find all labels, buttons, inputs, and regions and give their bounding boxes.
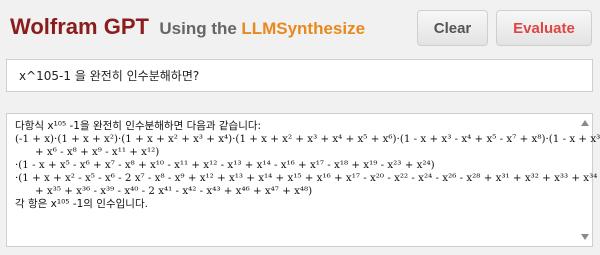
prompt-input[interactable]: x^105-1 을 완전히 인수분해하면? <box>6 59 593 92</box>
output-scrollbar[interactable] <box>580 118 590 242</box>
output-line-factors-2: + x⁶ - x⁸ + x⁹ - x¹¹ + x¹²) <box>35 146 160 158</box>
output-line-factors-1: (-1 + x)·(1 + x + x²)·(1 + x + x² + x³ +… <box>15 133 600 145</box>
output-line-factors-3: ·(1 - x + x⁵ - x⁶ + x⁷ - x⁸ + x¹⁰ - x¹¹ … <box>15 159 435 171</box>
scroll-down-icon[interactable] <box>581 234 589 240</box>
brand-name: Wolfram GPT <box>10 14 149 39</box>
output-line-factors-4: ·(1 + x + x² - x⁵ - x⁶ - 2 x⁷ - x⁸ - x⁹ … <box>15 172 598 184</box>
clear-button[interactable]: Clear <box>417 10 488 46</box>
prompt-input-text: x^105-1 을 완전히 인수분해하면? <box>19 69 200 83</box>
using-label: Using the <box>159 19 237 38</box>
output-area[interactable]: 다항식 x¹⁰⁵ -1을 완전히 인수분해하면 다음과 같습니다: (-1 + … <box>6 113 600 247</box>
app-title: Wolfram GPT Using the LLMSynthesize <box>10 14 365 40</box>
scroll-up-icon[interactable] <box>581 120 589 126</box>
tool-name: LLMSynthesize <box>241 19 366 38</box>
evaluate-button[interactable]: Evaluate <box>496 10 592 46</box>
output-line-factors-5: + x³⁵ + x³⁶ - x³⁹ - x⁴⁰ - 2 x⁴¹ - x⁴² - … <box>35 185 313 197</box>
output-line-conclusion: 각 항은 x¹⁰⁵ -1의 인수입니다. <box>15 198 148 210</box>
output-line-intro: 다항식 x¹⁰⁵ -1을 완전히 인수분해하면 다음과 같습니다: <box>15 120 262 132</box>
